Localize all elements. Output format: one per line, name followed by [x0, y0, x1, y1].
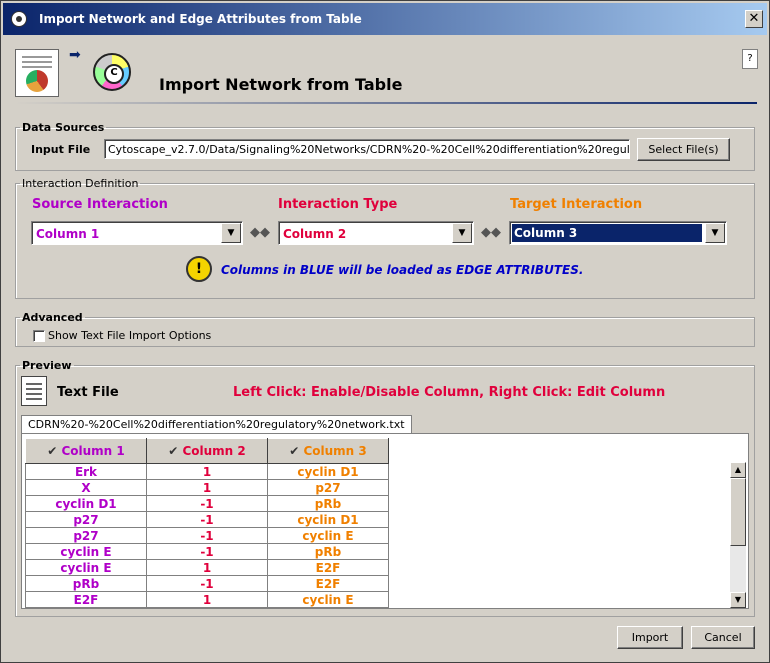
scroll-down-arrow-icon[interactable]: ▼	[730, 592, 746, 608]
close-button[interactable]: ✕	[745, 10, 763, 28]
column-header-3[interactable]: ✔ Column 3	[267, 438, 389, 464]
data-sources-legend: Data Sources	[22, 121, 105, 134]
show-import-options-label[interactable]: Show Text File Import Options	[48, 329, 211, 342]
cytoscape-app-icon	[11, 11, 27, 27]
cancel-button[interactable]: Cancel	[691, 626, 755, 649]
table-row: cyclin E -1 pRb	[25, 543, 389, 560]
column-header-1[interactable]: ✔ Column 1	[25, 438, 147, 464]
input-file-field[interactable]: Cytoscape_v2.7.0/Data/Signaling%20Networ…	[104, 139, 630, 159]
preview-title: Text File	[57, 385, 119, 400]
help-button[interactable]: ?	[742, 49, 758, 69]
swap-arrows-icon: ◆◆	[481, 225, 501, 240]
window-title: Import Network and Edge Attributes from …	[39, 12, 362, 26]
interaction-type-select[interactable]: Column 2 ▼	[278, 221, 474, 245]
select-files-button[interactable]: Select File(s)	[637, 138, 730, 161]
text-file-icon	[21, 376, 47, 406]
input-file-label: Input File	[31, 143, 91, 156]
edge-attributes-note: Columns in BLUE will be loaded as EDGE A…	[221, 263, 584, 277]
chevron-down-icon[interactable]: ▼	[452, 223, 472, 243]
check-icon: ✔	[168, 444, 183, 458]
advanced-legend: Advanced	[22, 311, 83, 324]
source-interaction-select[interactable]: Column 1 ▼	[31, 221, 243, 245]
target-interaction-value: Column 3	[512, 224, 702, 242]
disc-label: C	[104, 64, 124, 84]
preview-legend: Preview	[22, 359, 72, 372]
header-divider	[15, 102, 757, 104]
chevron-down-icon[interactable]: ▼	[705, 223, 725, 243]
table-row: cyclin E 1 E2F	[25, 559, 389, 576]
table-row: pRb -1 E2F	[25, 575, 389, 592]
target-interaction-label: Target Interaction	[510, 197, 643, 212]
page-title: Import Network from Table	[159, 75, 403, 94]
cytoscape-disc-icon: C	[93, 53, 131, 91]
arrow-right-icon: ➡	[69, 47, 81, 63]
title-bar[interactable]: Import Network and Edge Attributes from …	[3, 3, 767, 35]
table-row: p27 -1 cyclin D1	[25, 511, 389, 528]
swap-arrows-icon: ◆◆	[250, 225, 270, 240]
table-row: E2F 1 cyclin E	[25, 591, 389, 608]
table-file-icon	[15, 49, 59, 97]
chevron-down-icon[interactable]: ▼	[221, 223, 241, 243]
preview-table-area: ✔ Column 1 ✔ Column 2 ✔ Column 3 Erk 1 cyc…	[21, 433, 749, 609]
interaction-definition-legend: Interaction Definition	[22, 177, 139, 190]
check-icon: ✔	[289, 444, 304, 458]
preview-table: ✔ Column 1 ✔ Column 2 ✔ Column 3 Erk 1 cyc…	[25, 438, 389, 608]
import-button[interactable]: Import	[617, 626, 683, 649]
target-interaction-select[interactable]: Column 3 ▼	[509, 221, 727, 245]
table-row: p27 -1 cyclin E	[25, 527, 389, 544]
warning-icon: !	[186, 256, 214, 282]
show-import-options-checkbox[interactable]	[33, 330, 45, 342]
column-header-2[interactable]: ✔ Column 2	[146, 438, 268, 464]
import-dialog: Import Network and Edge Attributes from …	[0, 0, 770, 663]
source-interaction-label: Source Interaction	[32, 197, 168, 212]
scroll-up-arrow-icon[interactable]: ▲	[730, 462, 746, 478]
scrollbar-thumb[interactable]	[730, 478, 746, 546]
tab-preview-file[interactable]: CDRN%20-%20Cell%20differentiation%20regu…	[21, 415, 412, 433]
table-row: Erk 1 cyclin D1	[25, 463, 389, 480]
table-row: X 1 p27	[25, 479, 389, 496]
check-icon: ✔	[47, 444, 62, 458]
interaction-type-label: Interaction Type	[278, 197, 398, 212]
source-interaction-value: Column 1	[36, 227, 100, 241]
preview-scrollbar[interactable]: ▲ ▼	[730, 462, 746, 608]
interaction-type-value: Column 2	[283, 227, 347, 241]
table-row: cyclin D1 -1 pRb	[25, 495, 389, 512]
preview-hint: Left Click: Enable/Disable Column, Right…	[233, 385, 666, 400]
